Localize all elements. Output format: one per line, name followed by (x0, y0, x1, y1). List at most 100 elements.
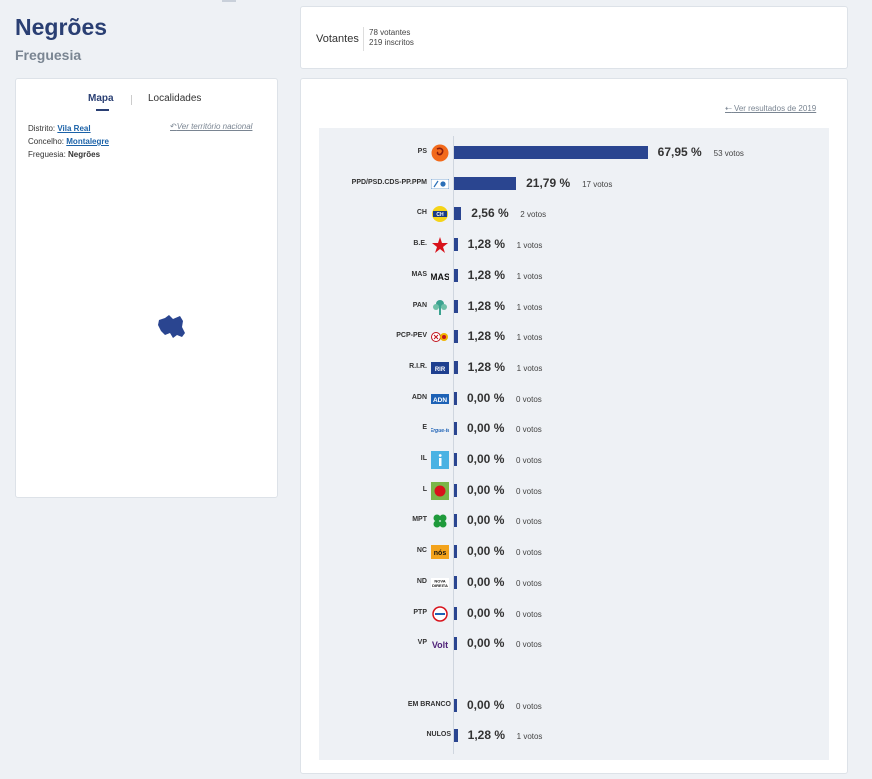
ver-2019-link[interactable]: ⇠ Ver resultados de 2019 (725, 104, 816, 113)
map-tabs: Mapa Localidades (16, 93, 277, 113)
percent-label: 1,28 % (467, 728, 505, 743)
percent-label: 1,28 % (467, 359, 505, 374)
page-title: Negrões (15, 14, 108, 40)
party-name: EM BRANCO (407, 700, 451, 708)
party-logo-ppd-psd-cds-pp-ppm-icon (431, 175, 449, 193)
percent-label: 0,00 % (467, 513, 505, 528)
result-row-nc: NC nós 0,00 % 0 votos (319, 542, 829, 562)
party-name: PCP-PEV (396, 332, 427, 340)
votantes-stats: 78 votantes 219 inscritos (369, 28, 414, 48)
party-name: IL (420, 455, 427, 462)
votes-label: 1 votos (516, 333, 543, 343)
percent-label: 1,28 % (467, 267, 505, 282)
result-row-mas: MAS MAS 1,28 % 1 votos (319, 266, 829, 286)
freguesia-label: Freguesia: (28, 150, 66, 159)
party-logo-nd-icon: NOVA DIREITA (431, 574, 449, 592)
results-panel: ⇠ Ver resultados de 2019 PS 67,95 % 53 vot… (300, 78, 848, 774)
svg-text:CH: CH (436, 212, 444, 218)
party-logo-e-icon: Ergue-te (431, 420, 449, 438)
freguesia-map-shape[interactable] (156, 311, 186, 341)
svg-text:DIREITA: DIREITA (432, 583, 448, 588)
result-bar (454, 729, 458, 743)
party-logo-pcp-pev-icon (431, 328, 449, 346)
result-bar (454, 698, 457, 712)
party-logo-ps-icon (431, 144, 449, 162)
party-name: NC (416, 547, 427, 555)
distrito-label: Distrito: (28, 124, 56, 133)
result-bar (454, 330, 458, 344)
percent-label: 21,79 % (526, 175, 571, 190)
party-name: PPD/PSD.CDS-PP.PPM (351, 178, 427, 186)
party-logo-l-icon (431, 481, 449, 500)
percent-label: 1,28 % (467, 237, 505, 252)
party-logo-b-e-icon (431, 236, 449, 254)
ver-2019-label: Ver resultados de 2019 (733, 104, 817, 113)
party-name: MPT (412, 516, 427, 524)
concelho-label: Concelho: (28, 137, 65, 146)
party-logo-mpt-icon (431, 512, 449, 530)
svg-text:Ergue-te: Ergue-te (431, 428, 449, 434)
result-row-pcp-pev: PCP-PEV 1,28 % 1 votos (319, 327, 829, 347)
result-row-ps: PS 67,95 % 53 votos (319, 143, 829, 163)
votes-label: 0 votos (516, 548, 542, 558)
party-name: PS (417, 148, 427, 155)
result-row-mpt: MPT 0,00 % 0 votos (319, 511, 829, 531)
ver-territorio-link[interactable]: ↶Ver território nacional (170, 122, 252, 131)
distrito-link[interactable]: Vila Real (57, 124, 90, 133)
result-bar (454, 391, 457, 405)
percent-label: 1,28 % (467, 329, 505, 344)
result-row-l: L 0,00 % 0 votos (319, 481, 829, 501)
result-bar (454, 238, 458, 252)
result-row-r-i-r: R.I.R. RIR 1,28 % 1 votos (319, 358, 829, 378)
percent-label: 0,00 % (467, 574, 505, 589)
registered-count: 219 inscritos (369, 38, 414, 47)
tab-mapa[interactable]: Mapa (88, 93, 114, 104)
votes-label: 0 votos (516, 609, 542, 619)
svg-text:RIR: RIR (435, 367, 446, 373)
party-name: VP (417, 639, 427, 647)
party-name: PAN (412, 301, 427, 309)
votes-label: 17 votos (582, 179, 613, 189)
svg-text:nós: nós (434, 550, 447, 557)
votes-label: 0 votos (516, 456, 542, 465)
votes-label: 2 votos (520, 210, 547, 220)
result-bar (454, 146, 648, 159)
percent-label: 0,00 % (467, 390, 505, 405)
votes-label: 0 votos (516, 701, 542, 711)
result-bar (454, 299, 458, 313)
party-name: E (422, 424, 427, 432)
concelho-link[interactable]: Montalegre (66, 137, 109, 146)
votes-label: 53 votos (713, 149, 744, 158)
party-name: CH (416, 209, 427, 217)
percent-label: 0,00 % (467, 452, 505, 466)
result-bar (454, 483, 457, 497)
result-bar (454, 207, 462, 221)
result-bar (454, 453, 457, 466)
party-name: ND (416, 577, 427, 585)
percent-label: 0,00 % (467, 697, 505, 712)
voters-count: 78 votantes (369, 28, 411, 37)
votes-label: 1 votos (516, 363, 543, 373)
party-name: L (422, 485, 427, 493)
votes-label: 0 votos (516, 517, 542, 527)
percent-label: 0,00 % (467, 605, 505, 620)
result-row-il: IL 0,00 % 0 votos (319, 450, 829, 470)
party-name: R.I.R. (409, 362, 427, 370)
svg-text:MAS: MAS (431, 272, 449, 282)
party-name: NULOS (426, 731, 452, 739)
chart-axis (453, 136, 454, 754)
result-row-e: E Ergue-te 0,00 % 0 votos (319, 419, 829, 439)
votes-label: 1 votos (516, 271, 543, 281)
result-row-ch: CH CH 2,56 % 2 votos (319, 204, 829, 224)
party-logo-adn-icon: ADN (431, 390, 449, 408)
votes-label: 0 votos (516, 425, 542, 435)
tab-localidades[interactable]: Localidades (148, 93, 201, 104)
active-tab-indicator (96, 109, 109, 111)
votes-label: 1 votos (516, 241, 543, 251)
result-row-pan: PAN 1,28 % 1 votos (319, 297, 829, 317)
svg-text:Volt: Volt (432, 640, 448, 650)
votantes-card: Votantes 78 votantes 219 inscritos (300, 6, 848, 69)
party-name: MAS (411, 270, 427, 278)
votantes-label: Votantes (316, 33, 359, 45)
party-logo-vp-icon: Volt (431, 635, 449, 653)
